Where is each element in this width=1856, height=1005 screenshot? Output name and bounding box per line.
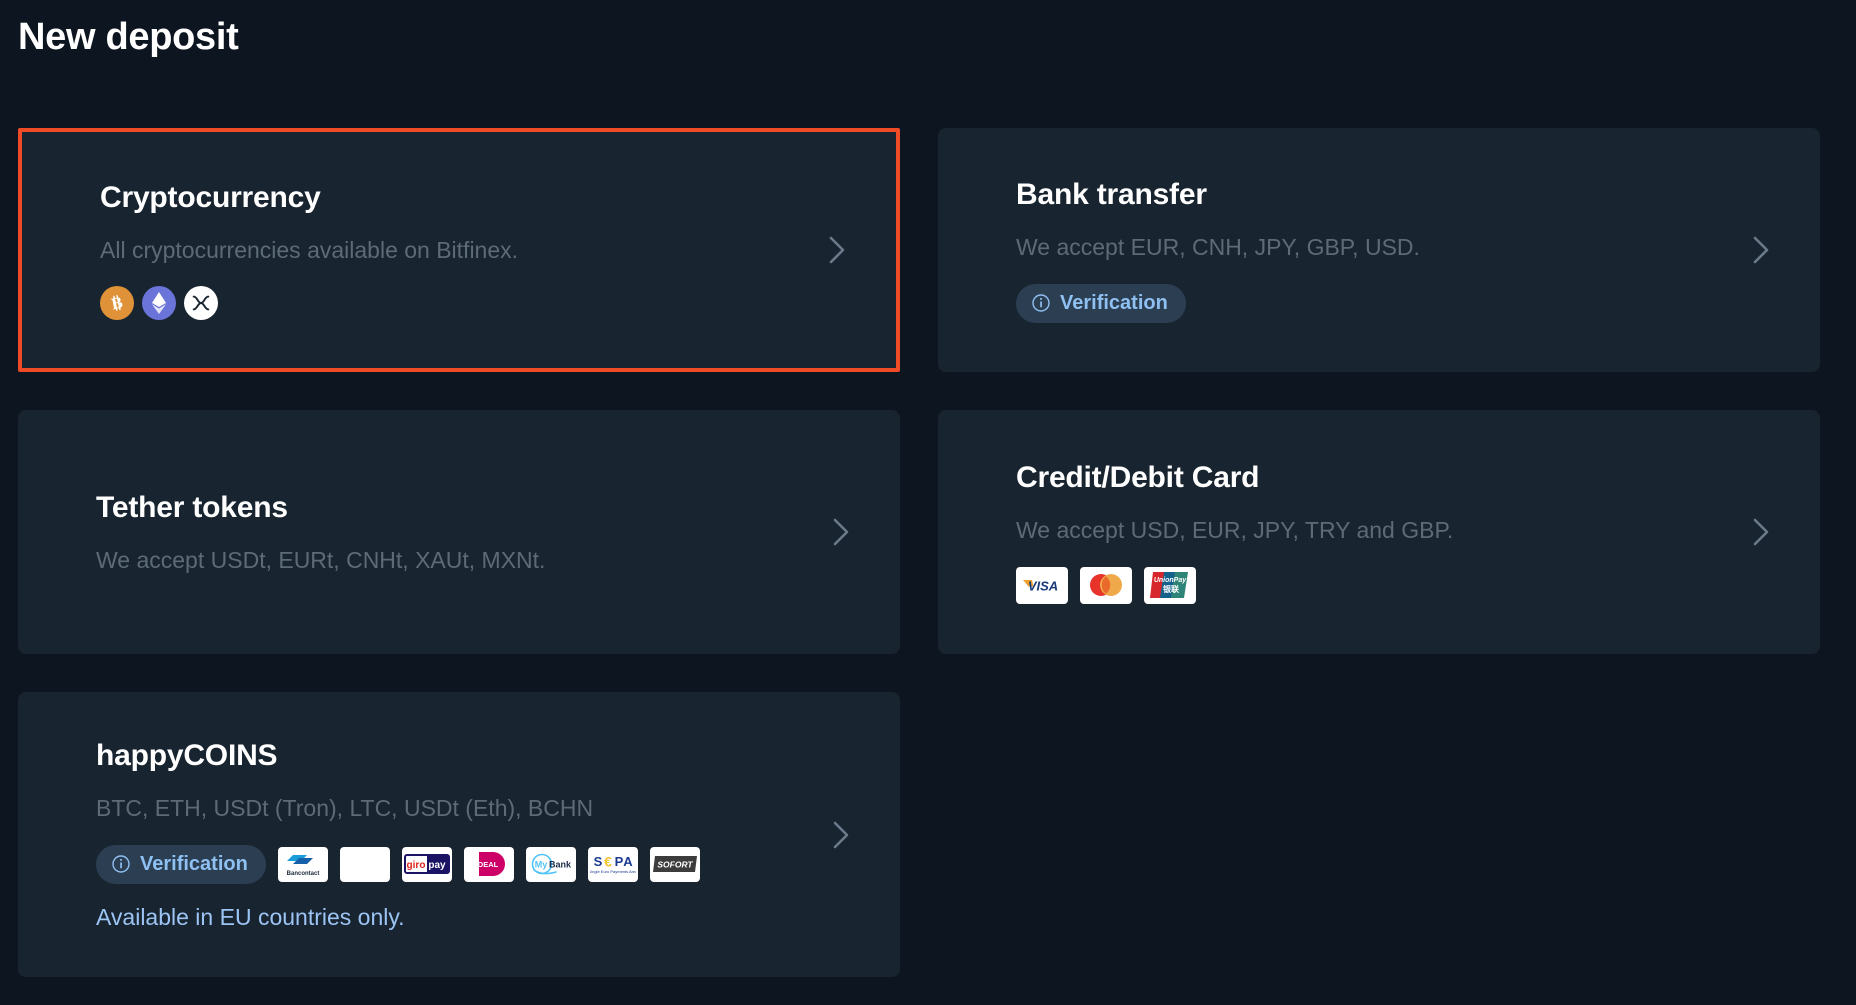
ideal-logo: DEAL xyxy=(463,846,514,882)
chevron-right-icon[interactable] xyxy=(1746,235,1776,265)
svg-text:VISA: VISA xyxy=(1028,579,1058,594)
deposit-card-credit-debit-card[interactable]: Credit/Debit Card We accept USD, EUR, JP… xyxy=(938,410,1820,654)
deposit-card-happycoins[interactable]: happyCOINS BTC, ETH, USDt (Tron), LTC, U… xyxy=(18,692,900,978)
svg-text:SOFORT: SOFORT xyxy=(657,860,693,870)
badge-row: Verification xyxy=(1016,283,1730,323)
mastercard-logo xyxy=(1080,566,1132,604)
chevron-right-icon[interactable] xyxy=(822,235,852,265)
card-content: Tether tokens We accept USDt, EURt, CNHt… xyxy=(18,490,900,575)
card-content: Credit/Debit Card We accept USD, EUR, JP… xyxy=(938,460,1820,604)
card-subtitle: We accept USD, EUR, JPY, TRY and GBP. xyxy=(1016,517,1454,544)
badge-label: Verification xyxy=(1060,291,1168,314)
card-content: happyCOINS BTC, ETH, USDt (Tron), LTC, U… xyxy=(18,738,900,931)
card-title: Credit/Debit Card xyxy=(1016,461,1260,495)
bancontact-logo: Bancontact xyxy=(277,846,328,882)
card-title: Bank transfer xyxy=(1016,178,1207,212)
info-icon xyxy=(1031,293,1051,313)
blank-logo xyxy=(339,846,390,882)
card-subtitle: BTC, ETH, USDt (Tron), LTC, USDt (Eth), … xyxy=(96,795,594,821)
card-title: happyCOINS xyxy=(96,739,278,772)
svg-text:giro: giro xyxy=(406,860,425,871)
svg-text:My: My xyxy=(535,860,548,870)
card-content: Cryptocurrency All cryptocurrencies avai… xyxy=(22,180,896,321)
card-content: Bank transfer We accept EUR, CNH, JPY, G… xyxy=(938,177,1820,323)
deposit-method-grid: Cryptocurrency All cryptocurrencies avai… xyxy=(18,128,1838,978)
svg-text:A: A xyxy=(623,854,633,869)
card-title: Cryptocurrency xyxy=(100,180,321,214)
eu-availability-link[interactable]: Available in EU countries only. xyxy=(96,904,810,932)
bitcoin-icon: B xyxy=(100,286,134,321)
card-subtitle: We accept EUR, CNH, JPY, GBP, USD. xyxy=(1016,234,1420,261)
xrp-icon xyxy=(184,286,218,321)
status-badge-verification[interactable]: Verification xyxy=(1016,283,1186,323)
badge-label: Verification xyxy=(140,852,248,875)
info-icon xyxy=(111,854,131,874)
svg-text:DEAL: DEAL xyxy=(478,860,499,869)
deposit-card-cryptocurrency[interactable]: Cryptocurrency All cryptocurrencies avai… xyxy=(18,128,900,372)
deposit-card-tether-tokens[interactable]: Tether tokens We accept USDt, EURt, CNHt… xyxy=(18,410,900,654)
chevron-right-icon[interactable] xyxy=(826,820,856,850)
svg-text:UnionPay: UnionPay xyxy=(1154,577,1187,584)
svg-text:银联: 银联 xyxy=(1162,584,1179,594)
svg-text:S: S xyxy=(593,854,602,869)
svg-text:Bancontact: Bancontact xyxy=(286,871,319,877)
svg-text:Single Euro Payments Area: Single Euro Payments Area xyxy=(590,869,636,874)
svg-text:Bank: Bank xyxy=(549,860,572,870)
svg-text:€: € xyxy=(604,854,612,870)
new-deposit-page: New deposit Cryptocurrency All cryptocur… xyxy=(0,0,1856,1005)
payment-logo-row: VISA UnionPay 银联 xyxy=(1016,566,1730,604)
ethereum-icon xyxy=(142,286,176,321)
visa-logo: VISA xyxy=(1016,566,1068,604)
deposit-card-bank-transfer[interactable]: Bank transfer We accept EUR, CNH, JPY, G… xyxy=(938,128,1820,372)
payment-logo-row: Verification Bancontact giro pay DEAL My… xyxy=(96,844,810,884)
page-title: New deposit xyxy=(18,16,239,58)
unionpay-logo: UnionPay 银联 xyxy=(1144,566,1196,604)
sofort-logo: SOFORT xyxy=(649,846,700,882)
coin-icon-row: B xyxy=(100,286,806,321)
svg-text:pay: pay xyxy=(428,860,446,871)
sepa-logo: S € P A Single Euro Payments Area xyxy=(587,846,638,882)
giropay-logo: giro pay xyxy=(401,846,452,882)
card-subtitle: We accept USDt, EURt, CNHt, XAUt, MXNt. xyxy=(96,546,546,573)
chevron-right-icon[interactable] xyxy=(1746,517,1776,547)
card-title: Tether tokens xyxy=(96,490,288,524)
status-badge-verification[interactable]: Verification xyxy=(96,844,266,884)
chevron-right-icon[interactable] xyxy=(826,517,856,547)
card-subtitle: All cryptocurrencies available on Bitfin… xyxy=(100,236,519,263)
mybank-logo: My Bank xyxy=(525,846,576,882)
